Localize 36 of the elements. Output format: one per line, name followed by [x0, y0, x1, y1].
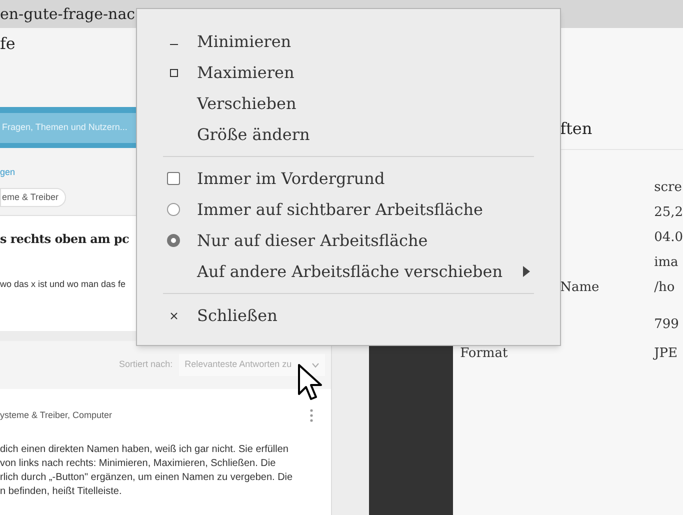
- property-value: JPE: [654, 344, 678, 363]
- answer-text: dich einen direkten Namen haben, weiß ich gar nicht. Sie erfüllen von links nach rechts: Minimieren, Maximieren, Schließen. Die rlich durch „-Button" ergänzen, um einen Namen zu vergeben. Die n befinden, heißt Titelleiste.: [0, 442, 294, 498]
- window-title: en-gute-frage-nac: [0, 4, 136, 25]
- menu-item[interactable]: Nur auf dieser Arbeitsfläche: [137, 225, 560, 256]
- property-value: scre: [654, 178, 682, 197]
- close-icon: [170, 312, 178, 320]
- menu-item[interactable]: Auf andere Arbeitsfläche verschieben: [137, 256, 560, 287]
- viewer-heading: fe: [0, 34, 16, 53]
- radio-button[interactable]: [167, 234, 180, 247]
- property-value: ima: [654, 254, 678, 272]
- property-label: Name: [560, 280, 600, 295]
- maximize-icon: [170, 68, 178, 76]
- checkbox[interactable]: [167, 172, 180, 185]
- properties-heading: ften: [560, 118, 592, 140]
- menu-item[interactable]: Verschieben: [137, 88, 560, 119]
- property-label: Format: [460, 346, 508, 361]
- property-value: /ho: [654, 278, 675, 297]
- topic-tag[interactable]: eme & Treiber: [0, 188, 66, 207]
- property-value: 799: [654, 316, 679, 334]
- menu-item[interactable]: Immer auf sichtbarer Arbeitsfläche: [137, 194, 560, 225]
- submenu-arrow-icon: [523, 266, 530, 277]
- menu-item[interactable]: Immer im Vordergrund: [137, 163, 560, 194]
- more-options-icon[interactable]: [310, 409, 313, 422]
- menu-item[interactable]: Maximieren: [137, 57, 560, 88]
- question-title: s rechts oben am pc: [0, 231, 129, 248]
- sort-label: Sortiert nach:: [119, 358, 173, 372]
- minimize-icon: [170, 44, 178, 45]
- property-value: 04.0: [654, 228, 683, 247]
- chevron-down-icon: [312, 362, 319, 368]
- menu-item[interactable]: Schließen: [137, 300, 560, 331]
- menu-item[interactable]: Minimieren: [137, 26, 560, 57]
- radio-button[interactable]: [167, 203, 180, 216]
- answer-topics: ysteme & Treiber, Computer: [0, 409, 112, 422]
- question-text: wo das x ist und wo man das fe: [0, 278, 126, 291]
- property-value: 25,2: [654, 204, 683, 222]
- menu-item[interactable]: Größe ändern: [137, 119, 560, 150]
